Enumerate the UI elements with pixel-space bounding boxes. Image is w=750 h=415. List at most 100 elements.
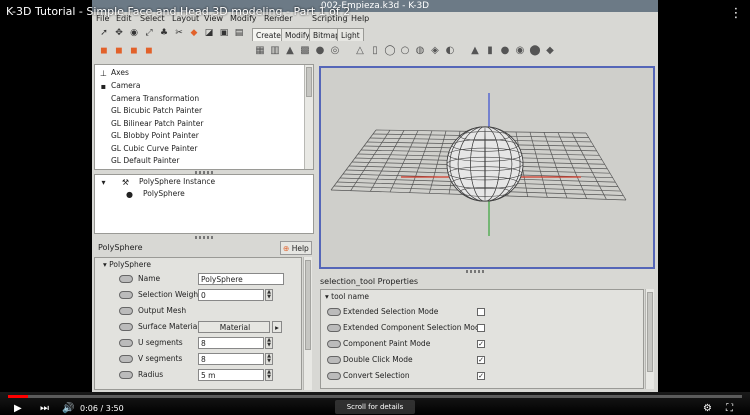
- pane-splitter[interactable]: [195, 236, 215, 239]
- volume-icon[interactable]: 🔊: [62, 402, 74, 415]
- polysphere-mesh[interactable]: [446, 126, 524, 202]
- scrollbar-thumb[interactable]: [305, 260, 311, 350]
- viewport-3d[interactable]: [319, 66, 655, 269]
- create-sphere-icon[interactable]: ●: [314, 45, 326, 57]
- convert-selection-checkbox[interactable]: ✓: [477, 372, 485, 380]
- selection-mode-point-icon[interactable]: ◼: [113, 45, 125, 57]
- v-segments-field[interactable]: 8: [198, 353, 264, 365]
- create-nurbs-cone-icon[interactable]: ▲: [469, 45, 481, 57]
- camera-icon[interactable]: ▣: [218, 27, 230, 39]
- connect-icon[interactable]: [119, 371, 133, 379]
- selection-mode-edge-icon[interactable]: ◼: [128, 45, 140, 57]
- list-item[interactable]: ▪ Camera: [99, 80, 141, 92]
- selection-tool-scrollbar[interactable]: [645, 289, 654, 389]
- grid-line: [389, 130, 419, 193]
- create-nurbs-sphere-icon[interactable]: ●: [499, 45, 511, 57]
- selection-weight-spinner[interactable]: ▲ ▼: [265, 289, 273, 301]
- create-nurbs-disk-icon[interactable]: ⬤: [529, 45, 541, 57]
- create-nurbs-patch-icon[interactable]: ◆: [544, 45, 556, 57]
- component-paint-checkbox[interactable]: ✓: [477, 340, 485, 348]
- connect-icon[interactable]: [327, 308, 341, 316]
- scale-tool-icon[interactable]: ⤢: [143, 27, 155, 39]
- selection-mode-face-icon[interactable]: ◼: [143, 45, 155, 57]
- double-click-checkbox[interactable]: ✓: [477, 356, 485, 364]
- list-item[interactable]: GL Cubic Curve Painter: [111, 143, 197, 155]
- create-cube-icon[interactable]: ▦: [254, 45, 266, 57]
- properties-group-label[interactable]: ▾ PolySphere: [103, 260, 151, 269]
- create-cone-icon[interactable]: ▲: [284, 45, 296, 57]
- scrollbar-thumb[interactable]: [647, 292, 653, 372]
- animation-icon[interactable]: ▤: [233, 27, 245, 39]
- unparent-tool-icon[interactable]: ✂: [173, 27, 185, 39]
- video-progress-bar[interactable]: [8, 395, 742, 398]
- scrollbar-thumb[interactable]: [306, 67, 312, 97]
- connect-icon[interactable]: [327, 340, 341, 348]
- move-tool-icon[interactable]: ✥: [113, 27, 125, 39]
- v-segments-spinner[interactable]: ▲ ▼: [265, 353, 273, 365]
- viewport-scene: [330, 93, 627, 236]
- connect-icon[interactable]: [327, 372, 341, 380]
- selection-tool-group-label[interactable]: ▾ tool name: [325, 292, 369, 301]
- connect-icon[interactable]: [119, 355, 133, 363]
- connect-icon[interactable]: [119, 339, 133, 347]
- tab-create[interactable]: Create: [252, 28, 285, 41]
- create-quadric-sphere-icon[interactable]: ○: [399, 45, 411, 57]
- name-field[interactable]: PolySphere: [198, 273, 284, 285]
- create-paraboloid-icon[interactable]: ◐: [444, 45, 456, 57]
- extended-selection-checkbox[interactable]: [477, 308, 485, 316]
- create-nurbs-torus-icon[interactable]: ◉: [514, 45, 526, 57]
- list-item[interactable]: Camera Transformation: [111, 93, 199, 105]
- menu-help[interactable]: Help: [351, 12, 369, 26]
- connect-icon[interactable]: [327, 356, 341, 364]
- scroll-hint[interactable]: Scroll for details: [335, 400, 415, 414]
- connect-icon[interactable]: [119, 307, 133, 315]
- surface-material-button[interactable]: Material: [198, 321, 270, 333]
- play-icon[interactable]: ▶: [14, 402, 22, 415]
- radius-field[interactable]: 5 m: [198, 369, 264, 381]
- rotate-tool-icon[interactable]: ◉: [128, 27, 140, 39]
- property-row: Selection Weight 0 ▲ ▼: [95, 287, 295, 303]
- list-item[interactable]: ⊥ Axes: [99, 67, 129, 79]
- material-menu-arrow-icon[interactable]: ▸: [272, 321, 282, 333]
- connect-icon[interactable]: [119, 275, 133, 283]
- create-nurbs-cylinder-icon[interactable]: ▮: [484, 45, 496, 57]
- create-cylinder-icon[interactable]: ▥: [269, 45, 281, 57]
- properties-scrollbar[interactable]: [303, 257, 312, 390]
- create-torus-icon[interactable]: ◎: [329, 45, 341, 57]
- create-quadric-torus-icon[interactable]: ◍: [414, 45, 426, 57]
- settings-gear-icon[interactable]: ⚙: [703, 402, 712, 415]
- create-hyperboloid-icon[interactable]: ◈: [429, 45, 441, 57]
- radius-spinner[interactable]: ▲ ▼: [265, 369, 273, 381]
- create-quadric-cone-icon[interactable]: △: [354, 45, 366, 57]
- connect-icon[interactable]: [327, 324, 341, 332]
- list-item[interactable]: GL Bicubic Patch Painter: [111, 105, 202, 117]
- expand-arrow-icon[interactable]: ▾: [99, 178, 108, 187]
- list-item[interactable]: GL Blobby Point Painter: [111, 130, 199, 142]
- selection-mode-node-icon[interactable]: ◼: [98, 45, 110, 57]
- node-list-scrollbar[interactable]: [304, 65, 313, 169]
- create-quadric-cylinder-icon[interactable]: ▯: [369, 45, 381, 57]
- next-icon[interactable]: ⏭: [40, 402, 49, 415]
- connect-icon[interactable]: [119, 291, 133, 299]
- tab-light[interactable]: Light: [337, 28, 364, 41]
- property-row: U segments 8 ▲ ▼: [95, 335, 295, 351]
- selection-weight-field[interactable]: 0: [198, 289, 264, 301]
- fullscreen-icon[interactable]: ⛶: [726, 402, 733, 415]
- create-grid-icon[interactable]: ▩: [299, 45, 311, 57]
- render-preview-icon[interactable]: ◪: [203, 27, 215, 39]
- select-tool-icon[interactable]: ➚: [98, 27, 110, 39]
- u-segments-spinner[interactable]: ▲ ▼: [265, 337, 273, 349]
- help-button[interactable]: ⊕ Help: [280, 241, 312, 255]
- list-item[interactable]: GL Default Painter: [111, 155, 179, 167]
- pipeline-child[interactable]: ● PolySphere: [125, 188, 185, 200]
- render-icon[interactable]: ◆: [188, 27, 200, 39]
- video-title[interactable]: K-3D Tutorial - Simple Face and Head 3D …: [6, 5, 350, 18]
- pipeline-parent[interactable]: ▾ ⚒ PolySphere Instance: [99, 176, 215, 188]
- create-quadric-disk-icon[interactable]: ◯: [384, 45, 396, 57]
- u-segments-field[interactable]: 8: [198, 337, 264, 349]
- extended-component-selection-checkbox[interactable]: [477, 324, 485, 332]
- more-options-icon[interactable]: ⋮: [728, 6, 744, 22]
- parent-tool-icon[interactable]: ♣: [158, 27, 170, 39]
- connect-icon[interactable]: [119, 323, 133, 331]
- list-item[interactable]: GL Bilinear Patch Painter: [111, 118, 203, 130]
